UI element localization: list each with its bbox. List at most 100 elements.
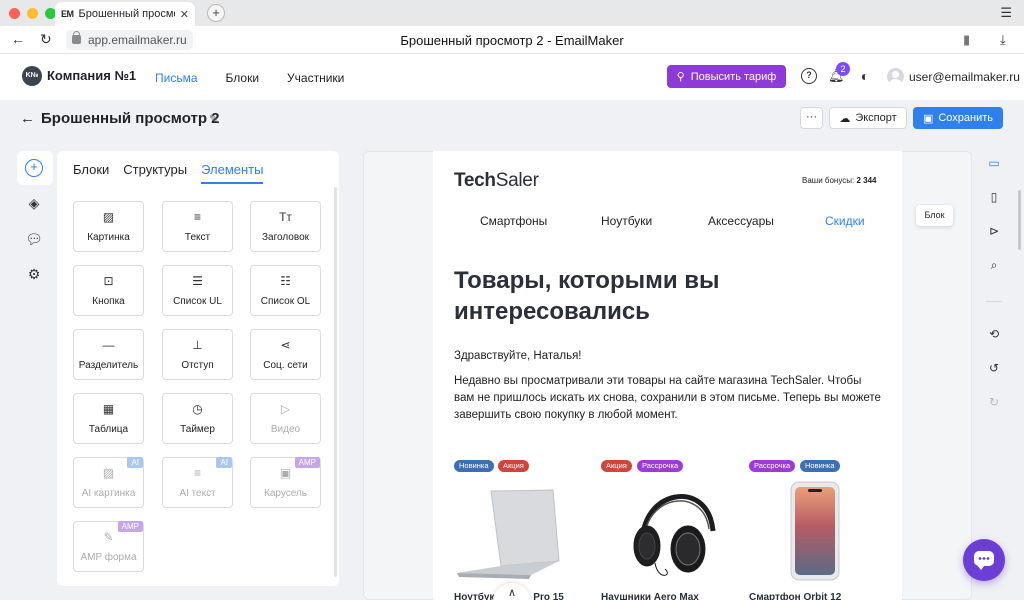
form-icon: ✎ bbox=[103, 530, 114, 544]
close-window-button[interactable] bbox=[9, 7, 20, 19]
headphones-image[interactable] bbox=[633, 494, 716, 576]
element-tile[interactable]: — Разделитель bbox=[73, 329, 144, 380]
support-chat-button[interactable] bbox=[963, 539, 1005, 581]
element-tile[interactable]: ◷ Таймер bbox=[162, 393, 233, 444]
email-nav-laptops[interactable]: Ноутбуки bbox=[601, 214, 652, 228]
undo-icon[interactable]: ↺ bbox=[986, 360, 1002, 376]
notification-badge: 2 bbox=[836, 62, 850, 76]
company-name[interactable]: Компания №1 bbox=[47, 68, 136, 83]
brand-light: Saler bbox=[495, 170, 539, 191]
laptop-image[interactable] bbox=[457, 489, 560, 579]
email-nav-accessories[interactable]: Аксессуары bbox=[708, 214, 774, 228]
bonus-value: 2 344 bbox=[856, 176, 877, 185]
tile-label: Видео bbox=[270, 424, 301, 435]
tile-tag: AMP bbox=[294, 457, 320, 468]
text-icon: ≡ bbox=[193, 210, 201, 224]
new-tab-button[interactable]: + bbox=[207, 4, 225, 22]
element-tile[interactable]: Tт Заголовок bbox=[250, 201, 321, 252]
element-tile[interactable]: ▷ Видео bbox=[250, 393, 321, 444]
tile-label: Список UL bbox=[173, 296, 222, 307]
nav-blocks[interactable]: Блоки bbox=[226, 71, 260, 85]
tile-tag: AI bbox=[127, 457, 143, 468]
company-logo: K№ bbox=[22, 66, 42, 86]
preview-search-icon[interactable]: ⌕ bbox=[986, 257, 1002, 273]
element-tile[interactable]: ✎ AMP форма AMP bbox=[73, 521, 144, 572]
paint-bucket-icon[interactable]: ◈ bbox=[25, 194, 43, 212]
code-icon[interactable]: ⊳ bbox=[986, 223, 1002, 239]
tab-elements[interactable]: Элементы bbox=[201, 162, 264, 184]
tile-tag: AI bbox=[216, 457, 232, 468]
element-tile[interactable]: ≡ Текст bbox=[162, 201, 233, 252]
browser-tab[interactable]: EM Брошенный просмотр 2 ✕ bbox=[55, 2, 195, 26]
nav-letters[interactable]: Письма bbox=[155, 71, 198, 85]
redo-icon[interactable]: ↻ bbox=[986, 394, 1002, 410]
element-tile[interactable]: ▨ Картинка bbox=[73, 201, 144, 252]
help-icon[interactable]: ? bbox=[801, 68, 817, 84]
element-tile[interactable]: ▦ Таблица bbox=[73, 393, 144, 444]
tile-label: Карусель bbox=[264, 488, 307, 499]
tag-new: Новинка bbox=[454, 460, 494, 472]
save-button[interactable]: ▣ Сохранить bbox=[913, 107, 1003, 129]
email-nav-smartphones[interactable]: Смартфоны bbox=[480, 214, 547, 228]
tab-structures[interactable]: Структуры bbox=[123, 162, 187, 184]
element-tile[interactable]: ≡ AI текст AI bbox=[162, 457, 233, 508]
rail-divider bbox=[986, 301, 1002, 302]
theme-toggle-icon[interactable]: ◐ bbox=[857, 68, 873, 84]
element-tile[interactable]: ☰ Список UL bbox=[162, 265, 233, 316]
upgrade-plan-button[interactable]: ⚲ Повысить тариф bbox=[667, 65, 786, 88]
smartphone-image[interactable] bbox=[790, 481, 840, 581]
elements-panel: Блоки Структуры Элементы ▨ Картинка ≡ Текст… bbox=[57, 151, 339, 586]
ai-text-icon: ≡ bbox=[193, 466, 201, 480]
window-page-title: Брошенный просмотр 2 - EmailMaker bbox=[400, 33, 624, 48]
tile-label: Таблица bbox=[88, 424, 129, 435]
upgrade-label: Повысить тариф bbox=[690, 70, 777, 83]
mobile-preview-icon[interactable]: ▯ bbox=[986, 189, 1002, 205]
desktop-preview-icon[interactable]: ▭ bbox=[986, 155, 1002, 171]
browser-menu-icon[interactable]: ☰ bbox=[1000, 5, 1012, 21]
settings-gear-icon[interactable]: ⚙ bbox=[25, 265, 43, 283]
element-tile[interactable]: ⋖ Соц. сети bbox=[250, 329, 321, 380]
panel-scrollbar[interactable] bbox=[334, 187, 337, 577]
element-tile[interactable]: ▨ AI картинка AI bbox=[73, 457, 144, 508]
email-brand-logo[interactable]: TechSaler bbox=[454, 170, 539, 192]
panel-tabs: Блоки Структуры Элементы bbox=[73, 162, 264, 184]
export-button[interactable]: ☁ Экспорт bbox=[829, 107, 907, 129]
tile-label: Картинка bbox=[87, 232, 130, 243]
favicon: EM bbox=[61, 9, 74, 19]
list-ul-icon: ☰ bbox=[192, 274, 203, 288]
button-icon: ⊡ bbox=[103, 274, 114, 288]
nav-members[interactable]: Участники bbox=[287, 71, 344, 85]
email-body-text[interactable]: Недавно вы просматривали эти товары на с… bbox=[454, 373, 884, 424]
avatar[interactable] bbox=[887, 68, 904, 85]
back-icon[interactable]: ← bbox=[20, 110, 35, 127]
close-tab-icon[interactable]: ✕ bbox=[180, 8, 189, 21]
rocket-icon: ⚲ bbox=[676, 71, 685, 83]
more-button[interactable]: ··· bbox=[800, 107, 823, 129]
table-icon: ▦ bbox=[102, 402, 115, 416]
email-nav-discounts[interactable]: Скидки bbox=[825, 214, 865, 228]
add-element-icon[interactable]: + bbox=[25, 159, 43, 177]
element-tile[interactable]: ▣ Карусель AMP bbox=[250, 457, 321, 508]
tag-sale: Акция bbox=[601, 460, 632, 472]
element-tile[interactable]: ⊥ Отступ bbox=[162, 329, 233, 380]
email-headline[interactable]: Товары, которыми вы интересовались bbox=[454, 265, 814, 327]
email-greeting[interactable]: Здравствуйте, Наталья! bbox=[454, 350, 582, 362]
element-tile[interactable]: ☷ Список OL bbox=[250, 265, 321, 316]
user-email[interactable]: user@emailmaker.ru bbox=[909, 70, 1020, 84]
page-scrollbar[interactable] bbox=[1018, 190, 1021, 250]
brand-bold: Tech bbox=[454, 170, 496, 191]
bookmark-icon[interactable]: ▮ bbox=[963, 32, 970, 48]
list-ol-icon: ☷ bbox=[280, 274, 291, 288]
block-tooltip[interactable]: Блок bbox=[916, 205, 953, 226]
heading-icon: Tт bbox=[279, 210, 292, 224]
comments-icon[interactable]: 💬︎ bbox=[25, 230, 43, 248]
history-icon[interactable]: ⟲ bbox=[986, 326, 1002, 342]
download-icon[interactable]: ⤓ bbox=[1000, 32, 1006, 48]
tab-blocks[interactable]: Блоки bbox=[73, 162, 109, 184]
edit-title-icon[interactable]: ✎ bbox=[209, 112, 219, 126]
element-tile[interactable]: ⊡ Кнопка bbox=[73, 265, 144, 316]
bonus-info: Ваши бонусы: 2 344 bbox=[802, 176, 877, 185]
minimize-window-button[interactable] bbox=[27, 7, 38, 19]
export-label: Экспорт bbox=[855, 112, 897, 124]
tab-title: Брошенный просмотр 2 bbox=[78, 8, 175, 20]
